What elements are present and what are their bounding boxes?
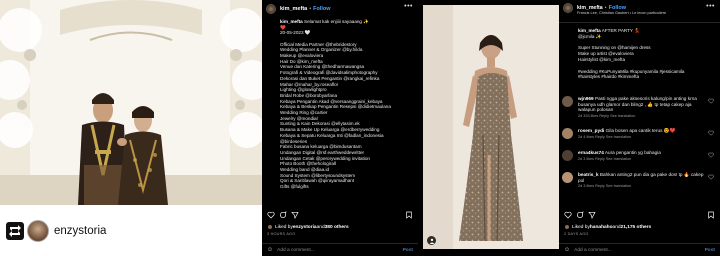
post-action-bar <box>267 210 413 220</box>
commenter-avatar[interactable] <box>562 172 573 183</box>
share-icon[interactable] <box>588 211 596 219</box>
header-separator: • <box>309 6 312 12</box>
caption-body: @jcmila ✨ Super Stunning on @hamijen dres… <box>578 34 716 80</box>
comments-post-panel: kim_mefta • Follow ••• Francis Lee, Chri… <box>559 0 720 256</box>
liker-avatar <box>267 224 273 230</box>
comment-like-heart-icon[interactable] <box>708 174 714 180</box>
comment-text-block: rosem_pydi Gila bosen apa cantik terus 😍… <box>578 128 706 134</box>
bookmark-icon[interactable] <box>707 211 715 219</box>
bookmark-icon[interactable] <box>405 211 413 219</box>
caption-first-text: Selamat kak enjiiii sayaaang ✨ <box>304 19 369 24</box>
comment-text-block: erna4kus74 Aura pengantin yg bahagia <box>578 150 706 156</box>
likes-connector: and <box>612 224 621 230</box>
person-icon <box>429 238 434 244</box>
gown-photo-illustration <box>423 5 559 249</box>
repost-icon <box>6 221 24 240</box>
post-caption: kim_mefta AFTER PARTY 💃 @jcmila ✨ Super S… <box>578 28 716 80</box>
post-header: kim_mefta • Follow ••• <box>262 0 418 18</box>
reposter-avatar[interactable] <box>27 219 49 242</box>
commenter-avatar[interactable] <box>562 150 573 161</box>
comment-text: Pasti ngga pake aksesoris kalung/pin ant… <box>578 96 697 113</box>
caption-credit-line: Gifts @fulgifts <box>280 184 309 190</box>
comment-bar: ☺ Add a comment... Post <box>262 243 418 256</box>
post-date: 3 HOURS AGO <box>267 232 296 236</box>
comment-meta[interactable]: 2d 3 likes Reply See translation <box>578 157 631 161</box>
wedding-photo-illustration <box>0 0 262 205</box>
add-comment-input[interactable]: Add a comment... <box>277 248 402 253</box>
emoji-icon[interactable]: ☺ <box>564 247 570 253</box>
repost-photo-panel: enzystoria <box>0 0 262 256</box>
comment-like-heart-icon[interactable] <box>708 98 714 104</box>
more-options-icon[interactable]: ••• <box>706 3 715 10</box>
comment-text-block: wjn969 Pasti ngga pake aksesoris kalung/… <box>578 96 706 113</box>
liker-username[interactable]: hanahaho <box>590 225 613 230</box>
more-options-icon[interactable]: ••• <box>404 3 413 10</box>
likes-prefix: Liked by <box>572 224 590 230</box>
commenter-avatar[interactable] <box>562 96 573 107</box>
caption-username[interactable]: kim_mefta <box>280 19 303 24</box>
author-username[interactable]: kim_mefta <box>280 6 307 12</box>
post-action-bar <box>564 210 715 220</box>
comment-text-block: beatris_k Bahkan anting2 pun dia ga pake… <box>578 172 706 183</box>
comment-meta[interactable]: 2d 4 likes Reply See translation <box>578 135 631 139</box>
reposter-handle[interactable]: enzystoria <box>54 225 106 237</box>
repost-credit-bar: enzystoria <box>0 205 262 256</box>
comment-text: Gila bosen apa cantik terus 😍❤️ <box>605 128 676 133</box>
caption-credit-list: Official Media Partner @thebridestory Wed… <box>280 42 414 190</box>
commenter-username[interactable]: erna4kus74 <box>578 150 604 155</box>
post-comment-button[interactable]: Post <box>403 248 413 253</box>
emoji-icon[interactable]: ☺ <box>267 247 273 253</box>
author-avatar[interactable] <box>266 4 276 14</box>
comment-like-heart-icon[interactable] <box>708 152 714 158</box>
commenter-username[interactable]: wjn969 <box>578 96 594 101</box>
post-caption: kim_mefta Selamat kak enjiiii sayaaang ✨… <box>280 19 414 190</box>
like-heart-icon[interactable] <box>267 211 275 219</box>
audio-track-label[interactable]: Francis Lee, Christian Gaubert • Le leco… <box>577 11 666 15</box>
post-comment-button[interactable]: Post <box>705 248 715 253</box>
share-icon[interactable] <box>291 211 299 219</box>
wedding-couple-photo <box>0 0 262 205</box>
woman-gown-photo <box>423 5 559 249</box>
commenter-username[interactable]: beatris_k <box>578 172 599 177</box>
likes-connector: and <box>316 224 325 230</box>
comment-bar: ☺ Add a comment... Post <box>559 243 720 256</box>
header-divider <box>559 22 720 23</box>
follow-button[interactable]: Follow <box>313 6 330 12</box>
fashion-photo-panel <box>423 0 559 256</box>
likes-count[interactable]: 21,175 others <box>621 225 652 230</box>
commenter-avatar[interactable] <box>562 128 573 139</box>
comment-meta[interactable]: 2d 3 likes Reply See translation <box>578 184 631 188</box>
likes-prefix: Liked by <box>275 224 293 230</box>
tagged-user-icon[interactable] <box>427 236 436 245</box>
comment-text: Aura pengantin yg bahagia <box>604 150 661 155</box>
caption-username[interactable]: kim_mefta <box>578 28 601 33</box>
commenter-username[interactable]: rosem_pydi <box>578 128 604 133</box>
caption-first-text: AFTER PARTY 💃 <box>601 28 640 33</box>
likes-summary: Liked by enzystoria and 380 others <box>267 224 349 230</box>
likes-count[interactable]: 380 others <box>325 225 349 230</box>
like-heart-icon[interactable] <box>564 211 572 219</box>
comment-like-heart-icon[interactable] <box>708 130 714 136</box>
post-date: 2 DAYS AGO <box>564 232 589 236</box>
add-comment-input[interactable]: Add a comment... <box>574 248 704 253</box>
comment-icon[interactable] <box>279 211 287 219</box>
caption-line: #hairstyles #hairdo #kimmefta <box>578 74 640 80</box>
comment-meta[interactable]: 2d 333 likes Reply See translation <box>578 114 635 118</box>
caption-post-panel: kim_mefta • Follow ••• kim_mefta Selamat… <box>262 0 418 256</box>
liker-username[interactable]: enzystoria <box>293 225 317 230</box>
comment-icon[interactable] <box>576 211 584 219</box>
likes-summary: Liked by hanahaho and 21,175 others <box>564 224 651 230</box>
liker-avatar <box>564 224 570 230</box>
author-avatar[interactable] <box>563 3 573 13</box>
